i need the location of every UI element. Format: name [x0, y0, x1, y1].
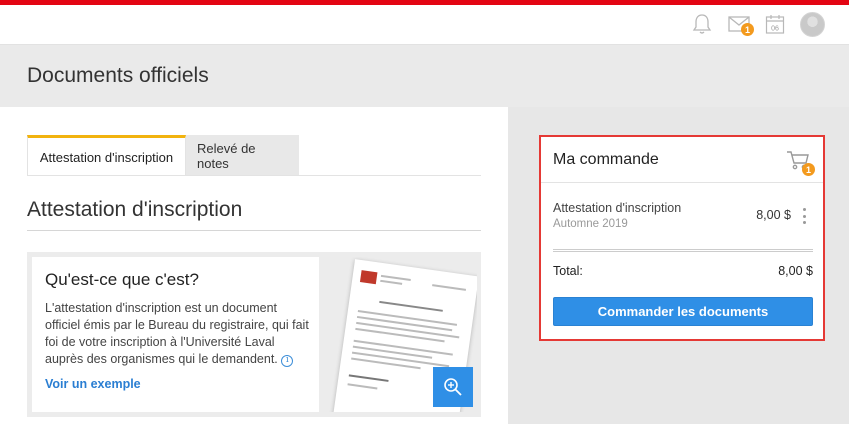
tab-attestation[interactable]: Attestation d'inscription: [27, 135, 186, 176]
total-divider: [553, 249, 813, 252]
order-documents-button[interactable]: Commander les documents: [553, 297, 813, 326]
page-title-band: Documents officiels: [0, 45, 849, 107]
calendar-day: 06: [771, 25, 779, 32]
order-panel: Ma commande 1 Attestation d'inscription …: [539, 135, 825, 341]
zoom-in-icon: [444, 378, 462, 396]
document-tabs: Attestation d'inscription Relevé de note…: [27, 135, 299, 176]
cart-badge: 1: [802, 163, 815, 176]
item-menu-icon[interactable]: [800, 208, 808, 224]
tabs-divider: [27, 175, 481, 176]
mail-badge: 1: [741, 23, 754, 36]
order-item-term: Automne 2019: [553, 218, 628, 230]
cart-icon[interactable]: 1: [786, 149, 816, 176]
info-icon[interactable]: i: [281, 354, 294, 367]
section-title: Attestation d'inscription: [27, 198, 243, 221]
tab-releve-de-notes[interactable]: Relevé de notes: [186, 135, 299, 176]
total-label: Total:: [553, 264, 583, 278]
bell-icon[interactable]: [689, 11, 715, 37]
view-example-link[interactable]: Voir un exemple: [45, 377, 141, 391]
order-item-price: 8,00 $: [756, 208, 791, 222]
zoom-button[interactable]: [433, 367, 473, 407]
info-description-text: L'attestation d'inscription est un docum…: [45, 301, 309, 366]
order-title: Ma commande: [553, 151, 659, 168]
info-card: Qu'est-ce que c'est? L'attestation d'ins…: [27, 252, 481, 417]
top-header: 1 06: [0, 5, 849, 45]
order-divider: [541, 182, 823, 183]
page-title: Documents officiels: [27, 64, 209, 87]
university-logo: [359, 270, 378, 285]
order-item-name: Attestation d'inscription: [553, 201, 682, 215]
document-preview: [323, 257, 477, 412]
info-title: Qu'est-ce que c'est?: [45, 270, 199, 289]
mail-icon[interactable]: 1: [726, 11, 754, 37]
info-description: L'attestation d'inscription est un docum…: [45, 300, 315, 368]
total-value: 8,00 $: [778, 264, 813, 278]
main-content: Attestation d'inscription Relevé de note…: [0, 107, 508, 424]
info-text-panel: Qu'est-ce que c'est? L'attestation d'ins…: [32, 257, 319, 412]
calendar-icon[interactable]: 06: [762, 11, 788, 37]
avatar[interactable]: [800, 12, 825, 37]
section-divider: [27, 230, 481, 231]
